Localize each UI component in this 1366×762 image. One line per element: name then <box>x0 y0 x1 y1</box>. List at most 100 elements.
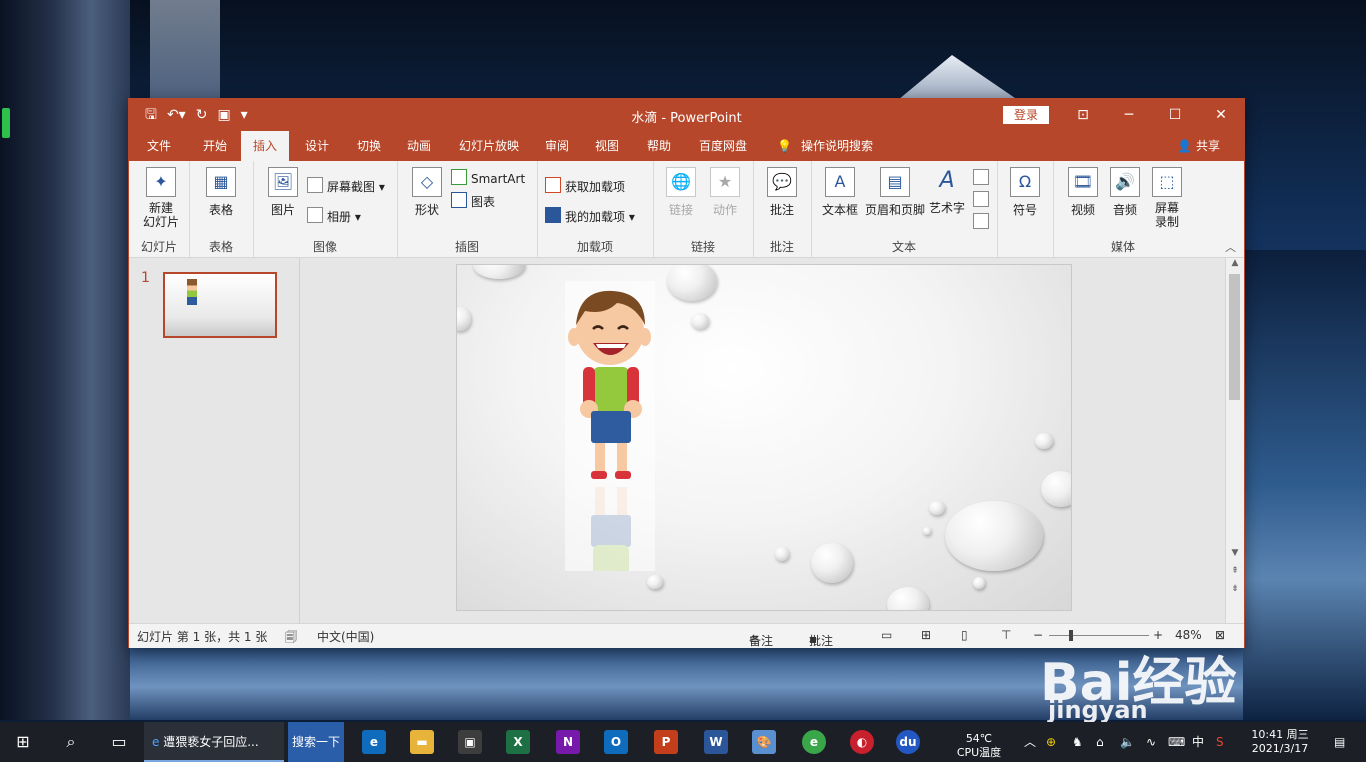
cpu-temperature[interactable]: 54℃ CPU温度 <box>950 732 1008 760</box>
share-button[interactable]: 👤 共享 <box>1177 131 1220 161</box>
shapes-button[interactable]: ◇ 形状 <box>407 167 447 218</box>
tab-home[interactable]: 开始 <box>201 131 229 161</box>
tray-chevron-icon[interactable]: ︿ <box>1024 722 1036 762</box>
comment-button[interactable]: 💬 批注 <box>762 167 802 218</box>
slide-thumbnail[interactable] <box>163 272 277 338</box>
taskbar-browser-tab[interactable]: e 遭猥亵女子回应... <box>144 722 284 762</box>
scroll-up-icon[interactable]: ▲ <box>1226 258 1244 268</box>
tab-slideshow[interactable]: 幻灯片放映 <box>457 131 521 161</box>
ime-indicator[interactable]: 中 <box>1192 722 1204 762</box>
tab-design[interactable]: 设计 <box>303 131 331 161</box>
outlook-icon[interactable]: O <box>604 730 628 754</box>
smartart-icon <box>451 169 467 185</box>
tray-app-icon[interactable]: ♞ <box>1072 722 1083 762</box>
ribbon-insert: ✦ 新建 幻灯片 幻灯片 ▦ 表格 表格 🖼 图片 屏幕截图 ▾ 相册 ▾ 图像 <box>129 161 1244 258</box>
search-icon[interactable]: ⌕ <box>48 722 94 762</box>
link-button[interactable]: 🌐 链接 <box>661 167 701 218</box>
video-button[interactable]: 🎞 视频 <box>1063 167 1103 218</box>
tab-animations[interactable]: 动画 <box>405 131 433 161</box>
screen-record-button[interactable]: ⬚ 屏幕 录制 <box>1147 167 1187 229</box>
excel-icon[interactable]: X <box>506 730 530 754</box>
slideshow-view-icon[interactable]: ⊤ <box>1001 628 1011 642</box>
vertical-scrollbar[interactable]: ▲ ▼ ⇞ ⇟ <box>1225 258 1244 623</box>
tab-transitions[interactable]: 切换 <box>355 131 383 161</box>
file-explorer-icon[interactable]: ▬ <box>410 730 434 754</box>
clock[interactable]: 10:41 周三 2021/3/17 <box>1244 728 1316 756</box>
collapse-ribbon-icon[interactable]: ︿ <box>1225 239 1236 255</box>
tell-me-search[interactable]: 操作说明搜索 <box>799 131 875 161</box>
normal-view-icon[interactable]: ▭ <box>881 628 892 642</box>
table-button[interactable]: ▦ 表格 <box>199 167 243 218</box>
language-label[interactable]: 中文(中国) <box>317 628 374 645</box>
powerpoint-icon[interactable]: P <box>654 730 678 754</box>
table-icon: ▦ <box>206 167 236 197</box>
group-images-label: 图像 <box>312 240 337 254</box>
scroll-down-icon[interactable]: ▼ <box>1226 548 1244 558</box>
slide-number-icon[interactable] <box>973 191 993 208</box>
store-icon[interactable]: ▣ <box>458 730 482 754</box>
windows-start-icon[interactable]: ⊞ <box>0 722 46 762</box>
reading-view-icon[interactable]: ▯ <box>961 628 968 642</box>
network-icon[interactable]: ⌂ <box>1096 722 1104 762</box>
screenshot-button[interactable]: 屏幕截图 ▾ <box>307 177 385 195</box>
red-app-icon[interactable]: ◐ <box>850 730 874 754</box>
minimize-icon[interactable]: ─ <box>1106 99 1152 131</box>
paint-icon[interactable]: 🎨 <box>752 730 776 754</box>
slide-number: 1 <box>141 270 150 286</box>
chart-button[interactable]: 图表 <box>451 192 495 210</box>
tab-review[interactable]: 审阅 <box>543 131 571 161</box>
photo-album-button[interactable]: 相册 ▾ <box>307 207 361 225</box>
edge-icon[interactable]: e <box>362 730 386 754</box>
keyboard-icon[interactable]: ⌨ <box>1168 722 1185 762</box>
maximize-icon[interactable]: ☐ <box>1152 99 1198 131</box>
screenshot-label: 屏幕截图 <box>327 180 376 194</box>
water-drop <box>691 313 709 329</box>
word-icon[interactable]: W <box>704 730 728 754</box>
chart-label: 图表 <box>471 195 496 209</box>
my-addins-label: 我的加载项 <box>565 210 626 224</box>
baidu-icon[interactable]: du <box>896 730 920 754</box>
symbol-button[interactable]: Ω 符号 <box>1005 167 1045 218</box>
ribbon-display-icon[interactable]: ⊡ <box>1060 99 1106 131</box>
tab-file[interactable]: 文件 <box>145 131 173 161</box>
smartart-button[interactable]: SmartArt <box>451 169 525 186</box>
wordart-button[interactable]: A 艺术字 <box>927 167 967 216</box>
next-slide-icon[interactable]: ⇟ <box>1226 584 1244 594</box>
tab-help[interactable]: 帮助 <box>645 131 673 161</box>
water-drop <box>473 265 525 279</box>
new-slide-button[interactable]: ✦ 新建 幻灯片 <box>135 167 187 229</box>
my-addins-button[interactable]: 我的加载项 ▾ <box>545 207 635 225</box>
slide-sorter-icon[interactable]: ⊞ <box>921 628 931 642</box>
browser-title: 遭猥亵女子回应... <box>163 735 259 749</box>
sogou-icon[interactable]: S <box>1216 722 1224 762</box>
zoom-slider[interactable] <box>1049 635 1149 636</box>
date-time-icon[interactable] <box>973 169 993 186</box>
action-button[interactable]: ★ 动作 <box>705 167 745 218</box>
screenshot-icon <box>307 177 323 193</box>
scrollbar-thumb[interactable] <box>1229 274 1240 400</box>
slide-canvas[interactable] <box>456 264 1072 611</box>
wifi-icon[interactable]: ∿ <box>1146 722 1156 762</box>
tab-baidu-netdisk[interactable]: 百度网盘 <box>697 131 749 161</box>
task-view-icon[interactable]: ▭ <box>96 722 142 762</box>
tab-insert[interactable]: 插入 <box>241 131 290 161</box>
green-browser-icon[interactable]: e <box>802 730 826 754</box>
object-icon[interactable] <box>973 213 993 230</box>
close-icon[interactable]: ✕ <box>1198 99 1244 131</box>
tab-view[interactable]: 视图 <box>593 131 621 161</box>
temp-label: CPU温度 <box>956 746 1002 759</box>
textbox-button[interactable]: A 文本框 <box>817 167 863 218</box>
login-button[interactable]: 登录 <box>1003 106 1049 124</box>
previous-slide-icon[interactable]: ⇞ <box>1226 566 1244 576</box>
onenote-icon[interactable]: N <box>556 730 580 754</box>
table-label: 表格 <box>208 203 233 217</box>
header-footer-button[interactable]: ▤ 页眉和页脚 <box>863 167 927 218</box>
notification-icon[interactable]: ▤ <box>1334 722 1345 762</box>
volume-icon[interactable]: 🔈 <box>1120 722 1135 762</box>
spellcheck-icon[interactable]: 🗐 <box>285 628 297 649</box>
pictures-button[interactable]: 🖼 图片 <box>263 167 303 218</box>
taskbar-search-button[interactable]: 搜索一下 <box>288 722 344 762</box>
tray-plus-icon[interactable]: ⊕ <box>1046 722 1056 762</box>
audio-button[interactable]: 🔊 音频 <box>1105 167 1145 218</box>
get-addins-button[interactable]: 获取加载项 <box>545 177 625 195</box>
